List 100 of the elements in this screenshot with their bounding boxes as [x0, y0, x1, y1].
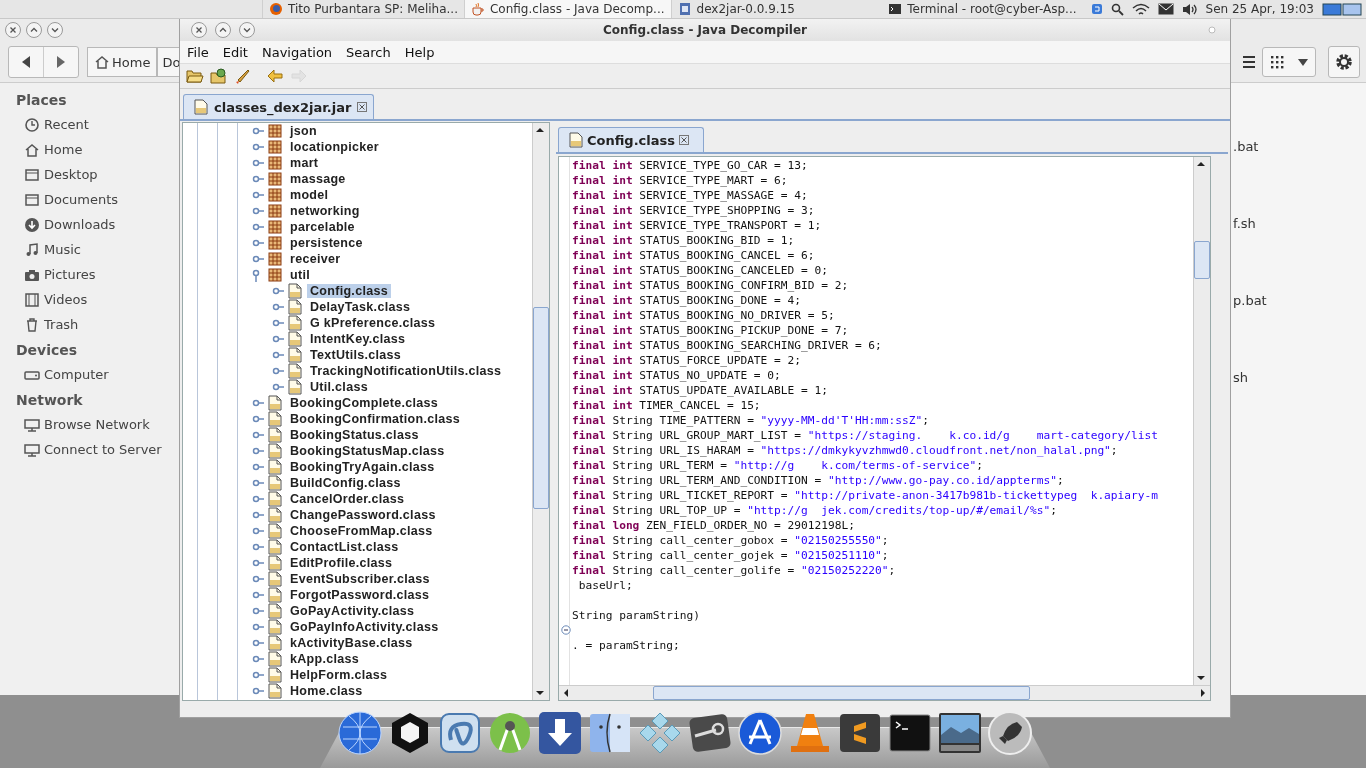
- tree-item[interactable]: TrackingNotificationUtils.class: [307, 364, 505, 378]
- sidebar-item[interactable]: Browse Network: [44, 417, 150, 432]
- tree-item[interactable]: G kPreference.class: [307, 316, 439, 330]
- tree-item[interactable]: EventSubscriber.class: [287, 572, 433, 586]
- tree-item[interactable]: EditProfile.class: [287, 556, 396, 570]
- tree-item[interactable]: ForgotPassword.class: [287, 588, 433, 602]
- menu-item[interactable]: Navigation: [261, 44, 333, 60]
- sidebar-item[interactable]: Pictures: [44, 267, 96, 282]
- tree-item[interactable]: kApp.class: [287, 652, 362, 666]
- code-line: . = paramString;: [572, 638, 681, 653]
- taskbar-button[interactable]: Config.class - Java Decomp...: [464, 0, 671, 18]
- menu-item[interactable]: Search: [346, 44, 391, 60]
- sidebar-item[interactable]: Music: [44, 242, 81, 257]
- file-name[interactable]: sh: [1233, 370, 1267, 388]
- tree-item[interactable]: HelpForm.class: [287, 668, 391, 682]
- tree-item[interactable]: model: [287, 188, 332, 202]
- tree-item[interactable]: Config.class: [307, 284, 391, 298]
- taskbar-button[interactable]: Tito Purbantara SP: Meliha...: [262, 0, 464, 18]
- sidebar-item[interactable]: Computer: [44, 367, 109, 382]
- code-line: final int STATUS_BOOKING_CANCELED = 0;: [572, 263, 829, 278]
- file-name[interactable]: f.sh: [1233, 216, 1267, 234]
- tree-item[interactable]: parcelable: [287, 220, 358, 234]
- tree-item[interactable]: GoPayActivity.class: [287, 604, 418, 618]
- tree-item[interactable]: mart: [287, 156, 322, 170]
- tree-item[interactable]: receiver: [287, 252, 344, 266]
- menu-item[interactable]: Help: [404, 44, 435, 60]
- tree-item[interactable]: BookingTryAgain.class: [287, 460, 438, 474]
- window-title: Config.class - Java Decompiler: [601, 23, 809, 37]
- tree-item[interactable]: IntentKey.class: [307, 332, 409, 346]
- tree-item[interactable]: locationpicker: [287, 140, 382, 154]
- code-line: final int SERVICE_TYPE_GO_CAR = 13;: [572, 158, 809, 173]
- code-line: final long ZEN_FIELD_ORDER_NO = 29012198L;: [572, 518, 856, 533]
- menu-item[interactable]: Edit: [222, 44, 248, 60]
- sidebar-item[interactable]: Videos: [44, 292, 88, 307]
- tab-label: classes_dex2jar.jar: [214, 99, 352, 115]
- tree-item[interactable]: Util.class: [307, 380, 371, 394]
- tree-item[interactable]: util: [287, 268, 313, 282]
- tree-item[interactable]: BookingStatus.class: [287, 428, 422, 442]
- code-line: final String URL_TOP_UP = "http://g jek.com/credits/top-up/#/email/%s";: [572, 503, 1058, 518]
- code-line: final int STATUS_FORCE_UPDATE = 2;: [572, 353, 802, 368]
- code-line: final int STATUS_NO_UPDATE = 0;: [572, 368, 782, 383]
- tree-item[interactable]: json: [287, 124, 320, 138]
- tree-item[interactable]: BookingConfirmation.class: [287, 412, 464, 426]
- tree-item[interactable]: BookingComplete.class: [287, 396, 441, 410]
- code-line: final int STATUS_UPDATE_AVAILABLE = 1;: [572, 383, 829, 398]
- code-line: String paramString): [572, 608, 701, 623]
- tree-item[interactable]: networking: [287, 204, 363, 218]
- sidebar-heading: Network: [15, 391, 84, 410]
- sidebar-item[interactable]: Downloads: [44, 217, 116, 232]
- sidebar-item[interactable]: Trash: [44, 317, 79, 332]
- tab-label: Config.class: [587, 132, 676, 148]
- code-line: final String call_center_gobox = "02150255550";: [572, 533, 890, 548]
- code-line: final String URL_GROUP_MART_LIST = "https://staging. k.co.id/g mart-category/list: [572, 428, 1159, 443]
- code-line: final String TIME_PATTERN = "yyyy-MM-dd'T'HH:mm:ssZ";: [572, 413, 930, 428]
- tree-item[interactable]: massage: [287, 172, 349, 186]
- code-line: final int STATUS_BOOKING_NO_DRIVER = 5;: [572, 308, 836, 323]
- code-line: final int STATUS_BOOKING_CONFIRM_BID = 2;: [572, 278, 850, 293]
- file-name[interactable]: .bat: [1233, 139, 1267, 157]
- taskbar-button[interactable]: dex2jar-0.0.9.15: [670, 0, 801, 18]
- sidebar-item[interactable]: Home: [44, 142, 83, 157]
- code-line: final String URL_TERM_AND_CONDITION = "http://www.go-pay.co.id/appterms";: [572, 473, 1065, 488]
- path-button[interactable]: Home: [87, 47, 158, 77]
- code-line: final String call_center_golife = "02150252220";: [572, 563, 897, 578]
- code-line: final int SERVICE_TYPE_SHOPPING = 3;: [572, 203, 816, 218]
- code-line: final int STATUS_BOOKING_CANCEL = 6;: [572, 248, 816, 263]
- tree-item[interactable]: DelayTask.class: [307, 300, 414, 314]
- code-line: final int TIMER_CANCEL = 15;: [572, 398, 762, 413]
- taskbar-button[interactable]: Terminal - root@cyber-Asp...: [882, 0, 1083, 18]
- sidebar-item[interactable]: Recent: [44, 117, 89, 132]
- tree-item[interactable]: BookingStatusMap.class: [287, 444, 448, 458]
- code-line: final int STATUS_BOOKING_BID = 1;: [572, 233, 796, 248]
- clock-text[interactable]: Sen 25 Apr, 19:03: [1205, 2, 1314, 16]
- tree-item[interactable]: ChooseFromMap.class: [287, 524, 436, 538]
- editor-tab[interactable]: Config.class: [558, 127, 705, 152]
- tree-item[interactable]: BuildConfig.class: [287, 476, 404, 490]
- code-line: final String URL_TERM = "http://g k.com/terms-of-service";: [572, 458, 984, 473]
- code-line: final int SERVICE_TYPE_MASSAGE = 4;: [572, 188, 809, 203]
- tree-item[interactable]: TextUtils.class: [307, 348, 405, 362]
- code-line: final int STATUS_BOOKING_SEARCHING_DRIVER = 6;: [572, 338, 883, 353]
- tree-item[interactable]: CancelOrder.class: [287, 492, 408, 506]
- sidebar-item[interactable]: Documents: [44, 192, 119, 207]
- tree-item[interactable]: ContactList.class: [287, 540, 402, 554]
- tree-item[interactable]: Home.class: [287, 684, 366, 698]
- sidebar-heading: Places: [15, 91, 68, 110]
- menu-item[interactable]: File: [187, 44, 209, 60]
- sidebar-item[interactable]: Desktop: [44, 167, 98, 182]
- archive-tab[interactable]: classes_dex2jar.jar: [183, 94, 375, 119]
- file-name[interactable]: p.bat: [1233, 293, 1267, 311]
- sidebar-item[interactable]: Connect to Server: [44, 442, 162, 457]
- code-line: final String call_center_gojek = "02150251110";: [572, 548, 890, 563]
- tree-item[interactable]: ChangePassword.class: [287, 508, 439, 522]
- code-line: baseUrl;: [577, 578, 634, 593]
- code-line: final String URL_IS_HARAM = "https://dmkykyvzhmwd0.cloudfront.net/non_halal.png";: [572, 443, 1119, 458]
- code-line: final int STATUS_BOOKING_DONE = 4;: [572, 293, 802, 308]
- code-line: final int SERVICE_TYPE_MART = 6;: [572, 173, 789, 188]
- code-line: final String URL_TICKET_REPORT = "http://private-anon-3417b981b-tickettypeg k.apiary-m: [572, 488, 1159, 503]
- tree-item[interactable]: persistence: [287, 236, 366, 250]
- tree-item[interactable]: GoPayInfoActivity.class: [287, 620, 442, 634]
- tree-item[interactable]: kActivityBase.class: [287, 636, 416, 650]
- sidebar-heading: Devices: [15, 341, 79, 360]
